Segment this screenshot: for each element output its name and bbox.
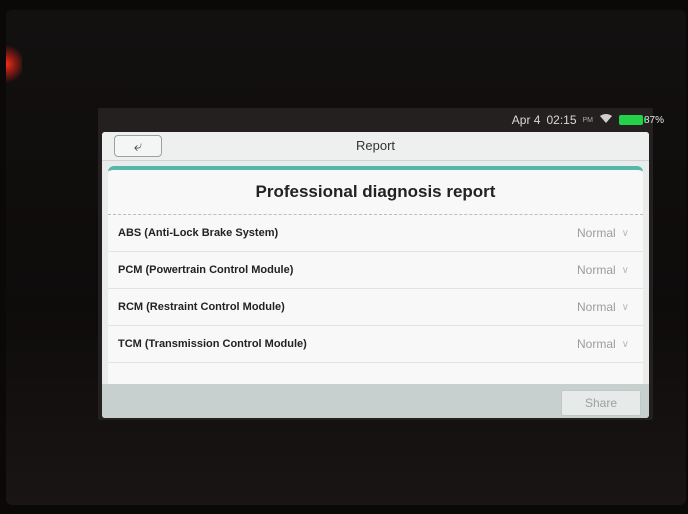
system-name: ABS (Anti-Lock Brake System): [118, 227, 279, 239]
system-name: PCM (Powertrain Control Module): [118, 264, 294, 276]
status-ampm: PM: [582, 116, 594, 124]
wifi-icon: [599, 113, 613, 127]
status-time: 02:15: [546, 113, 577, 127]
status-dropdown[interactable]: Normal ∨: [577, 300, 629, 314]
chevron-down-icon: ∨: [621, 227, 629, 239]
report-list: ABS (Anti-Lock Brake System) Normal ∨ PC…: [108, 215, 643, 363]
status-dropdown[interactable]: Normal ∨: [577, 226, 629, 240]
report-row-pcm[interactable]: PCM (Powertrain Control Module) Normal ∨: [108, 252, 643, 289]
status-value: Normal: [577, 300, 616, 314]
report-row-tcm[interactable]: TCM (Transmission Control Module) Normal…: [108, 326, 643, 363]
chevron-down-icon: ∨: [621, 264, 629, 276]
report-row-abs[interactable]: ABS (Anti-Lock Brake System) Normal ∨: [108, 215, 643, 252]
status-date: Apr 4: [511, 113, 541, 127]
system-name: RCM (Restraint Control Module): [118, 301, 285, 313]
report-app: ⤶ Report Professional diagnosis report A…: [102, 132, 649, 418]
battery-icon: 87%: [619, 115, 664, 126]
battery-percent: 87%: [644, 114, 665, 126]
chevron-down-icon: ∨: [621, 338, 629, 350]
report-heading: Professional diagnosis report: [255, 182, 496, 201]
chevron-down-icon: ∨: [621, 301, 629, 313]
status-value: Normal: [577, 337, 616, 351]
status-dropdown[interactable]: Normal ∨: [577, 337, 629, 351]
red-indicator-light: [6, 44, 22, 84]
report-row-rcm[interactable]: RCM (Restraint Control Module) Normal ∨: [108, 289, 643, 326]
status-right: Apr 4 02:15 PM 87%: [511, 113, 664, 127]
tablet-device: Apr 4 02:15 PM 87% ⤶ Report Professional…: [6, 10, 686, 505]
page-title: Report: [355, 138, 396, 153]
screen: Apr 4 02:15 PM 87% ⤶ Report Professional…: [98, 108, 664, 420]
report-card: Professional diagnosis report ABS (Anti-…: [108, 166, 643, 418]
system-name: TCM (Transmission Control Module): [118, 338, 307, 350]
status-bar: Apr 4 02:15 PM 87%: [98, 108, 664, 132]
share-button[interactable]: Share: [561, 390, 641, 416]
status-dropdown[interactable]: Normal ∨: [577, 263, 629, 277]
title-bar: ⤶ Report: [102, 132, 649, 161]
footer-bar: Share: [102, 384, 649, 418]
status-value: Normal: [577, 226, 616, 240]
status-value: Normal: [577, 263, 616, 277]
report-header: Professional diagnosis report: [108, 170, 643, 215]
